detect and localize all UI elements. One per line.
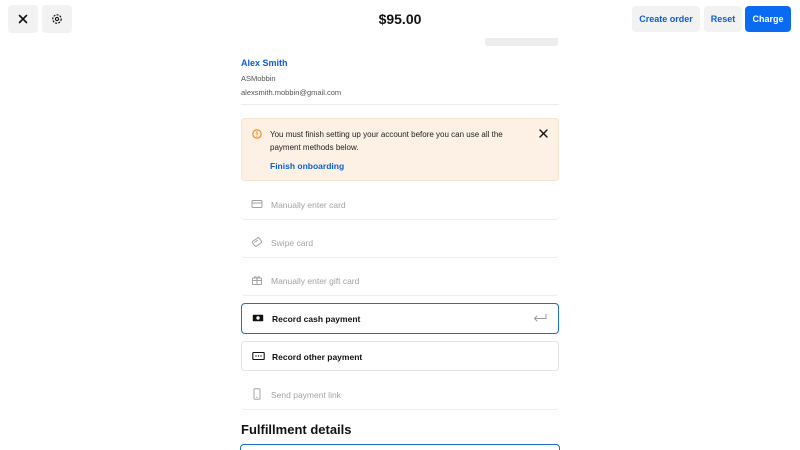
swipe-card-icon: [251, 237, 263, 247]
payment-method-label: Manually enter gift card: [271, 276, 360, 286]
other-payment-icon: [252, 351, 265, 361]
card-icon: [251, 200, 263, 208]
finish-onboarding-link[interactable]: Finish onboarding: [270, 161, 344, 171]
create-order-button[interactable]: Create order: [632, 6, 700, 32]
fulfillment-title: Fulfillment details: [241, 422, 352, 437]
payment-method-manual-card: Manually enter card: [241, 190, 559, 220]
reset-button[interactable]: Reset: [704, 6, 742, 32]
customer-name[interactable]: Alex Smith: [241, 58, 559, 68]
customer-business: ASMobbin: [241, 74, 276, 83]
payment-method-swipe-card: Swipe card: [241, 228, 559, 258]
fulfillment-field[interactable]: [240, 444, 560, 450]
cash-icon: [252, 314, 264, 322]
payment-method-label: Swipe card: [271, 238, 314, 248]
alert-message: You must finish setting up your account …: [270, 130, 503, 152]
payment-method-gift-card: Manually enter gift card: [241, 266, 559, 296]
payment-method-label: Manually enter card: [271, 200, 346, 210]
onboarding-alert: You must finish setting up your account …: [241, 118, 559, 181]
payment-method-label: Record other payment: [272, 352, 363, 362]
charge-button[interactable]: Charge: [745, 6, 791, 32]
phone-icon: [253, 388, 261, 400]
payment-method-label: Record cash payment: [272, 314, 361, 324]
payment-method-label: Send payment link: [271, 390, 341, 400]
warning-icon: [252, 129, 262, 139]
scrolled-element-edge: [485, 38, 558, 46]
payment-method-cash[interactable]: Record cash payment: [241, 303, 559, 334]
enter-key-icon: [534, 314, 547, 322]
gift-card-icon: [252, 276, 262, 285]
customer-email: alexsmith.mobbin@gmail.com: [241, 88, 342, 97]
top-bar: $95.00 Create order Reset Charge: [0, 0, 800, 38]
customer-card: Alex Smith ASMobbin alexsmith.mobbin@gma…: [241, 58, 559, 97]
close-icon[interactable]: [539, 129, 548, 138]
payment-method-payment-link: Send payment link: [241, 380, 559, 410]
payment-method-other[interactable]: Record other payment: [241, 341, 559, 371]
divider: [241, 104, 559, 105]
